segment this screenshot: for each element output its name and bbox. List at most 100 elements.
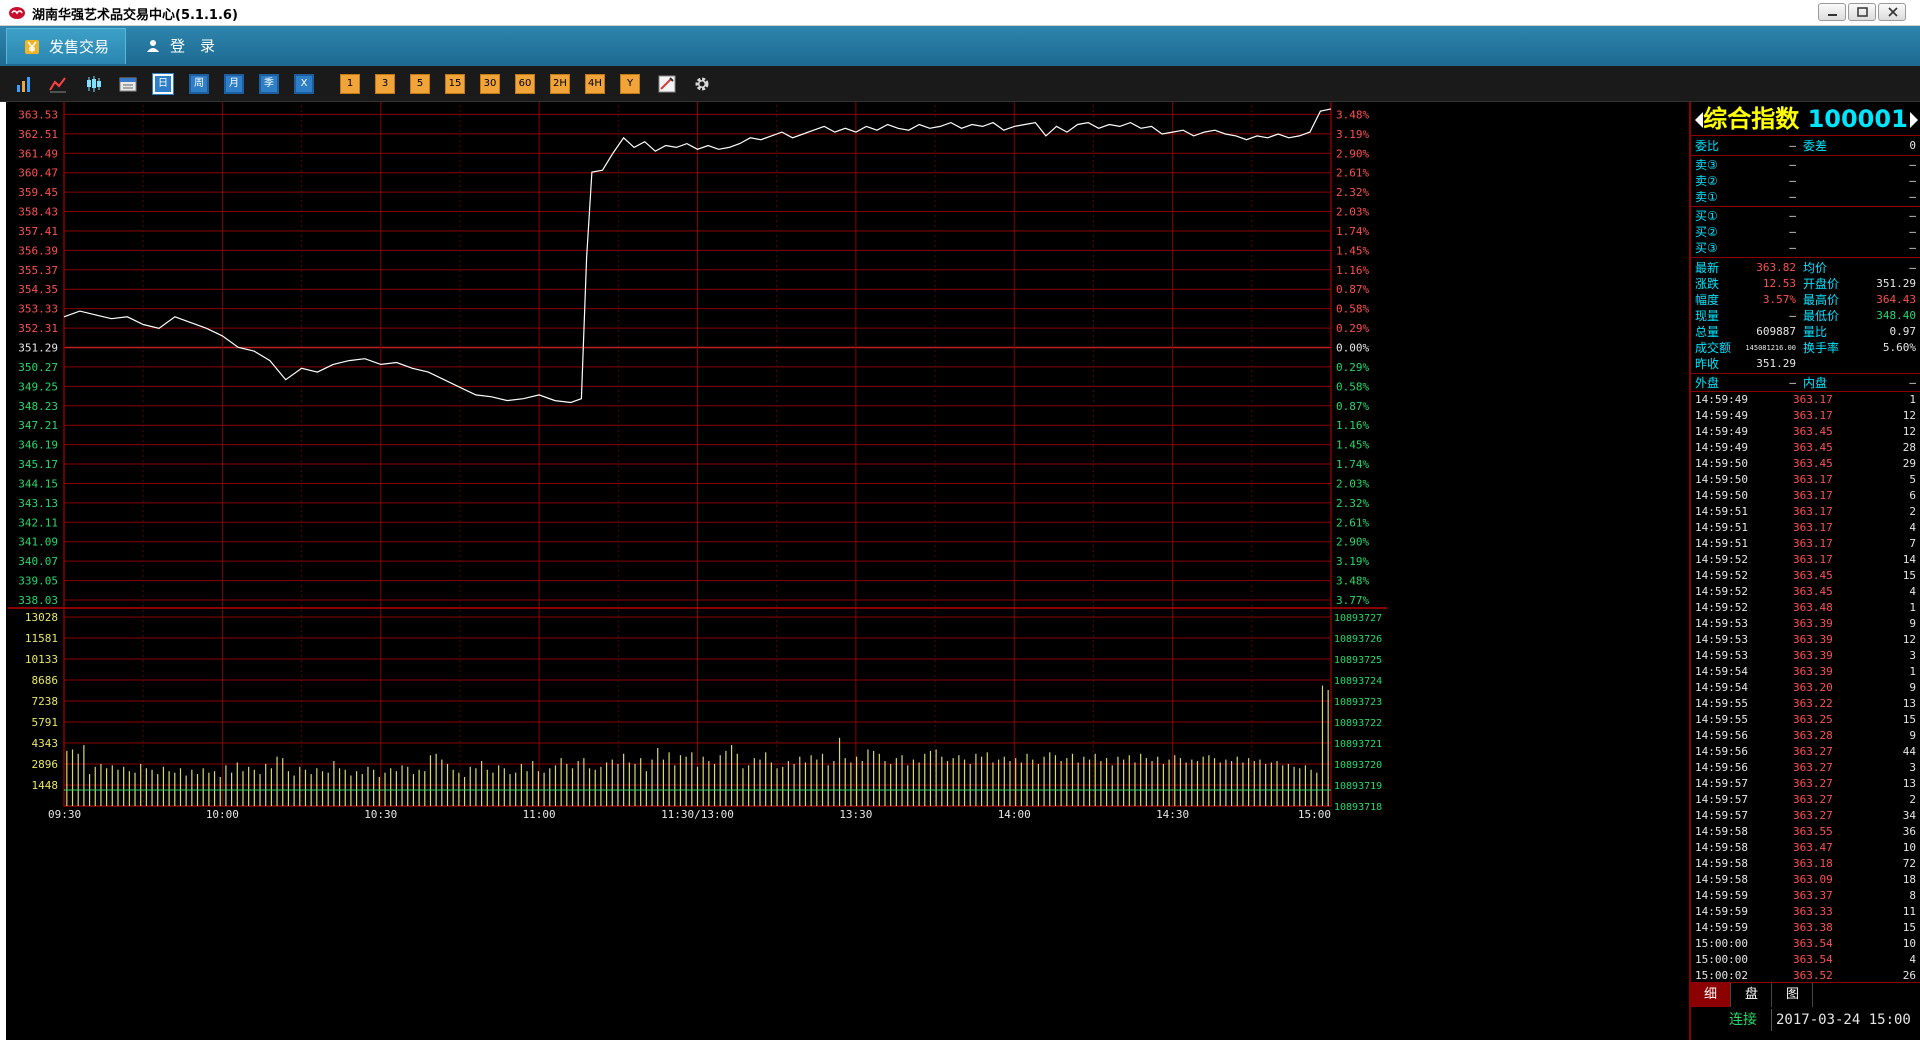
stat-label: 量比 [1803,325,1828,339]
tick-row: 14:59:53 363.39 9 [1693,616,1918,632]
price-tick-label: 355.37 [18,264,58,277]
next-instrument-icon[interactable] [1910,112,1918,128]
panel-separator [1691,155,1920,156]
settings-button[interactable] [692,74,712,94]
calendar-button[interactable] [118,74,138,94]
panel-tab-detail[interactable]: 细 [1691,983,1731,1007]
candle-chart-button[interactable] [84,74,104,94]
tick-volume: 8 [1909,889,1916,902]
percent-tick-label: 3.48% [1336,575,1369,588]
tab-sale-label: 发售交易 [49,38,110,56]
tick-row: 14:59:50 363.17 5 [1693,472,1918,488]
sell-level-label: 卖① [1695,190,1718,204]
bar-chart-button[interactable] [14,74,34,94]
price-tick-label: 356.39 [18,244,58,257]
instrument-code: 100001 [1807,105,1908,133]
period-2h-button[interactable]: 2H [550,74,570,94]
stat-label: 换手率 [1803,341,1840,355]
order-ratio-label: 委比 [1695,139,1720,153]
intraday-chart[interactable]: 364.553.77%363.533.48%362.513.19%361.492… [6,102,1689,1040]
tick-price: 363.17 [1793,553,1833,566]
price-tick-label: 347.21 [18,419,58,432]
period-day-button[interactable]: 日 [152,73,174,95]
draw-tool-button[interactable] [657,74,677,94]
calendar-icon [119,77,137,92]
tick-time: 14:59:51 [1695,537,1748,550]
period-month-button[interactable]: 月 [224,74,244,94]
tick-time: 14:59:58 [1695,825,1748,838]
chart-area[interactable]: 364.553.77%363.533.48%362.513.19%361.492… [6,102,1689,1040]
stat-row: 昨收 351.29 [1693,356,1918,372]
tick-volume: 5 [1909,473,1916,486]
period-5min-button[interactable]: 5 [410,74,430,94]
price-tick-label: 353.33 [18,303,58,316]
tick-volume: 1 [1909,601,1916,614]
stat-value: 5.60% [1882,341,1916,354]
tick-volume: 13 [1902,697,1916,710]
volume-tick-label: 4343 [32,737,59,750]
period-1min-button[interactable]: 1 [340,74,360,94]
volume-tick-label: 7238 [32,695,59,708]
stat-row: 最新 363.82 均价 — [1693,260,1918,276]
tick-price: 363.33 [1793,905,1833,918]
gear-icon [695,77,709,91]
panel-separator [1691,257,1920,258]
tick-time: 14:59:50 [1695,473,1748,486]
panel-tab-chart[interactable]: 图 [1773,983,1813,1007]
tick-row: 14:59:59 363.38 15 [1693,920,1918,936]
tab-login[interactable]: 登 录 [140,28,240,64]
period-year-button[interactable]: Y [620,74,640,94]
tick-time: 14:59:56 [1695,745,1748,758]
stat-row: 幅度 3.57% 最高价 364.43 [1693,292,1918,308]
price-tick-label: 345.17 [18,458,58,471]
price-tick-label: 363.53 [18,108,58,121]
period-30min-button[interactable]: 30 [480,74,500,94]
period-60min-button[interactable]: 60 [515,74,535,94]
volume-right-tick-label: 10893724 [1334,676,1382,687]
panel-tab-book[interactable]: 盘 [1732,983,1772,1007]
sell-level-price: — [1789,174,1796,187]
tick-volume: 9 [1909,617,1916,630]
sell-level-row: 卖① — — [1693,189,1918,205]
tick-time: 14:59:58 [1695,857,1748,870]
tick-price: 363.39 [1793,633,1833,646]
maximize-button[interactable] [1848,3,1876,21]
period-week-button[interactable]: 周 [189,74,209,94]
title-bar: 湖南华强艺术品交易中心(5.1.1.6) [0,0,1920,26]
stat-label: 均价 [1803,261,1828,275]
tick-price: 363.39 [1793,649,1833,662]
minimize-button[interactable] [1818,3,1846,21]
tick-time: 14:59:57 [1695,793,1748,806]
stat-row: 现量 — 最低价 348.40 [1693,308,1918,324]
price-tick-label: 358.43 [18,206,58,219]
tick-time: 14:59:51 [1695,521,1748,534]
close-button[interactable] [1878,3,1906,21]
period-3min-button[interactable]: 3 [375,74,395,94]
price-tick-label: 338.03 [18,594,58,607]
user-icon [147,40,159,52]
stat-row: 涨跌 12.53 开盘价 351.29 [1693,276,1918,292]
tick-price: 363.39 [1793,665,1833,678]
prev-instrument-icon[interactable] [1695,112,1703,128]
tick-volume: 7 [1909,537,1916,550]
period-15min-button[interactable]: 15 [445,74,465,94]
line-chart-button[interactable] [48,74,68,94]
tick-price: 363.54 [1793,937,1833,950]
maximize-icon [1857,7,1868,17]
period-season-button[interactable]: 季 [259,74,279,94]
period-x-button[interactable]: X [294,74,314,94]
buy-level-volume: — [1909,241,1916,254]
percent-tick-label: 2.03% [1336,206,1369,219]
percent-tick-label: 0.58% [1336,380,1369,393]
tick-row: 14:59:57 363.27 34 [1693,808,1918,824]
sell-level-volume: — [1909,158,1916,171]
buy-level-label: 买① [1695,209,1718,223]
tab-sale-trade[interactable]: 发售交易 [6,28,126,64]
price-tick-label: 361.49 [18,147,58,160]
tick-row: 14:59:58 363.47 10 [1693,840,1918,856]
inner-volume-label: 内盘 [1803,376,1828,390]
tick-time: 15:00:00 [1695,937,1748,950]
period-4h-button[interactable]: 4H [585,74,605,94]
stat-value: 609887 [1756,325,1796,338]
volume-right-tick-label: 10893726 [1334,634,1382,645]
